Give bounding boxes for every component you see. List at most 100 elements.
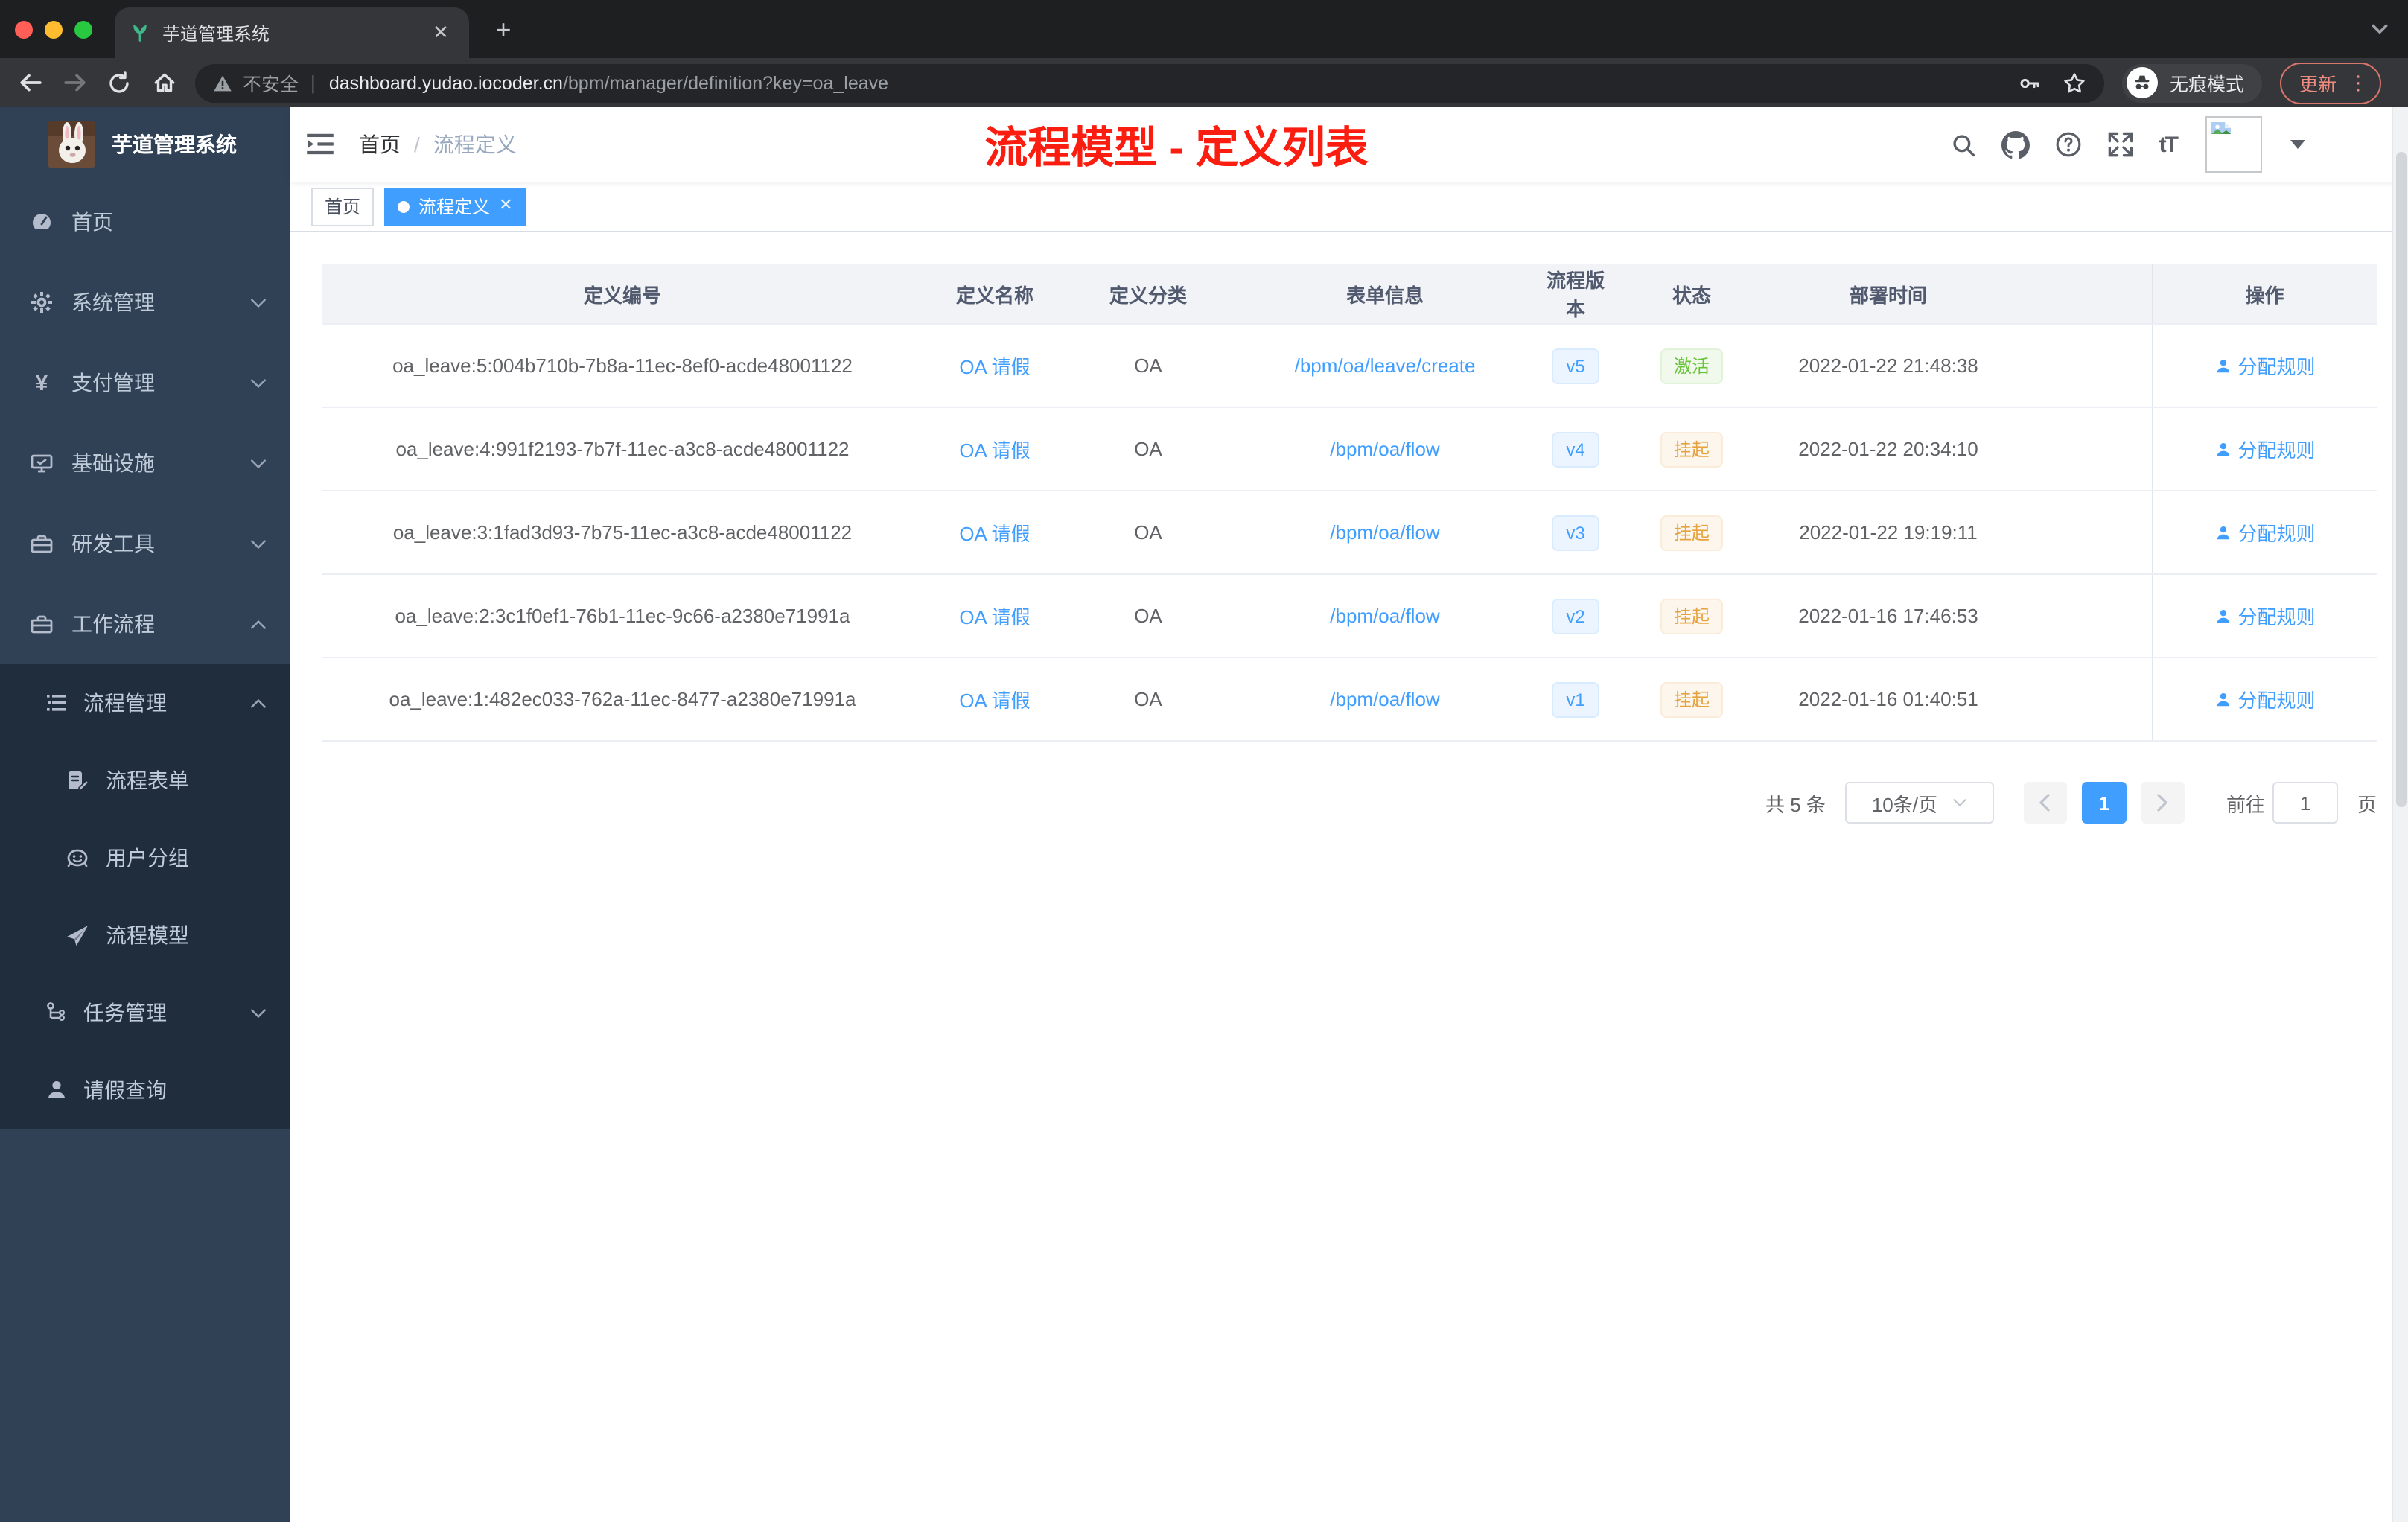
reload-icon[interactable]: [97, 63, 141, 102]
close-window-button[interactable]: [15, 21, 33, 39]
tag-process-definition[interactable]: 流程定义 ✕: [384, 187, 526, 226]
scrollbar-thumb[interactable]: [2396, 152, 2407, 807]
font-size-icon[interactable]: tT: [2159, 132, 2179, 157]
browser-menu-icon[interactable]: ⋮: [2348, 73, 2368, 92]
tag-home[interactable]: 首页: [311, 187, 375, 226]
sidebar-item-task-management[interactable]: 任务管理: [0, 974, 290, 1051]
chevron-up-icon: [250, 698, 267, 708]
assign-rule-link[interactable]: 分配规则: [2214, 435, 2316, 463]
browser-toolbar: 不安全 | dashboard.yudao.iocoder.cn/bpm/man…: [0, 58, 2408, 107]
avatar[interactable]: [2205, 116, 2262, 173]
url-bar[interactable]: 不安全 | dashboard.yudao.iocoder.cn/bpm/man…: [195, 63, 2104, 102]
app-root: 芋道管理系统 首页 系统管理 ¥ 支付管理 基础设施 研发工具 工作流程 流程管…: [0, 107, 2408, 1522]
prev-page-button[interactable]: [2023, 782, 2067, 824]
url-separator: |: [310, 71, 316, 94]
main-area: 首页 / 流程定义 流程模型 - 定义列表 tT 首页 流程定义 ✕ 定义编号 …: [290, 107, 2408, 1522]
sidebar-item-process-management[interactable]: 流程管理: [0, 664, 290, 742]
sidebar-item-process-form[interactable]: 流程表单: [0, 742, 290, 819]
page-content: 定义编号 定义名称 定义分类 表单信息 流程版本 状态 部署时间 操作 oa_l…: [290, 232, 2408, 1522]
next-page-button[interactable]: [2141, 782, 2185, 824]
assign-rule-link[interactable]: 分配规则: [2214, 518, 2316, 547]
form-link[interactable]: /bpm/oa/flow: [1330, 605, 1439, 627]
pagination: 共 5 条 10条/页 1 前往 页: [322, 782, 2377, 824]
col-header-time: 部署时间: [1772, 264, 2004, 325]
page-scrollbar[interactable]: [2392, 107, 2408, 1522]
sidebar-logo[interactable]: 芋道管理系统: [0, 107, 290, 182]
sidebar-item-infrastructure[interactable]: 基础设施: [0, 423, 290, 503]
browser-tabstrip: 芋道管理系统 ✕ +: [0, 0, 2408, 58]
github-icon[interactable]: [2001, 130, 2030, 159]
version-badge: v1: [1551, 681, 1600, 717]
incognito-icon: [2127, 67, 2158, 98]
form-link[interactable]: /bpm/oa/flow: [1330, 688, 1439, 710]
password-key-icon[interactable]: [2018, 71, 2042, 95]
robot-icon: [66, 846, 89, 870]
goto-page-input[interactable]: [2272, 782, 2338, 824]
new-tab-button[interactable]: +: [488, 14, 518, 45]
definition-name-link[interactable]: OA 请假: [959, 690, 1030, 712]
assign-rule-link[interactable]: 分配规则: [2214, 602, 2316, 630]
browser-tab[interactable]: 芋道管理系统 ✕: [115, 7, 469, 58]
menu-fold-icon[interactable]: [293, 107, 347, 182]
app-navbar: 首页 / 流程定义 流程模型 - 定义列表 tT: [290, 107, 2408, 182]
help-icon[interactable]: [2055, 131, 2082, 158]
bookmark-star-icon[interactable]: [2063, 71, 2086, 95]
tab-close-icon[interactable]: ✕: [427, 19, 454, 46]
sidebar-item-payment[interactable]: ¥ 支付管理: [0, 343, 290, 423]
back-icon[interactable]: [7, 63, 52, 102]
home-icon[interactable]: [141, 63, 186, 102]
search-icon[interactable]: [1951, 132, 1976, 157]
sidebar-item-leave-query[interactable]: 请假查询: [0, 1051, 290, 1129]
status-badge: 挂起: [1660, 681, 1723, 717]
toolbox-icon: [30, 612, 54, 636]
yen-icon: ¥: [35, 370, 48, 395]
cell-time: 2022-01-22 21:48:38: [1772, 324, 2004, 408]
assign-rule-link[interactable]: 分配规则: [2214, 685, 2316, 713]
maximize-window-button[interactable]: [74, 21, 92, 39]
tag-close-icon[interactable]: ✕: [499, 197, 512, 214]
definition-table: 定义编号 定义名称 定义分类 表单信息 流程版本 状态 部署时间 操作 oa_l…: [322, 264, 2377, 742]
form-link[interactable]: /bpm/oa/leave/create: [1295, 354, 1476, 377]
table-row: oa_leave:2:3c1f0ef1-76b1-11ec-9c66-a2380…: [322, 574, 2377, 658]
browser-window: 芋道管理系统 ✕ + 不安全 | dashboard.yudao.iocoder…: [0, 0, 2408, 1522]
sidebar-item-workflow[interactable]: 工作流程: [0, 584, 290, 664]
definition-name-link[interactable]: OA 请假: [959, 439, 1030, 462]
breadcrumb-separator: /: [414, 133, 420, 156]
browser-update-button[interactable]: 更新 ⋮: [2280, 62, 2382, 104]
chevron-down-icon: [250, 297, 267, 308]
breadcrumb-home[interactable]: 首页: [359, 130, 401, 159]
page-size-select[interactable]: 10条/页: [1844, 782, 1994, 824]
cell-time: 2022-01-22 20:34:10: [1772, 407, 2004, 491]
definition-name-link[interactable]: OA 请假: [959, 523, 1030, 545]
col-header-action: 操作: [2151, 264, 2377, 325]
forward-icon[interactable]: [52, 63, 97, 102]
form-link[interactable]: /bpm/oa/flow: [1330, 438, 1439, 460]
update-label[interactable]: 更新: [2299, 69, 2337, 97]
form-icon: [66, 768, 89, 792]
cell-id: oa_leave:5:004b710b-7b8a-11ec-8ef0-acde4…: [322, 324, 923, 408]
sidebar-item-system[interactable]: 系统管理: [0, 262, 290, 343]
col-header-form: 表单信息: [1230, 264, 1540, 325]
dashboard-icon: [30, 210, 54, 234]
sidebar-item-user-group[interactable]: 用户分组: [0, 819, 290, 897]
fullscreen-icon[interactable]: [2107, 131, 2134, 158]
col-header-category: 定义分类: [1066, 264, 1230, 325]
page-number-button[interactable]: 1: [2081, 782, 2127, 824]
assign-rule-link[interactable]: 分配规则: [2214, 351, 2316, 380]
caret-down-icon[interactable]: [2290, 140, 2305, 149]
minimize-window-button[interactable]: [45, 21, 63, 39]
cell-category: OA: [1066, 324, 1230, 408]
table-row: oa_leave:1:482ec033-762a-11ec-8477-a2380…: [322, 657, 2377, 742]
definition-name-link[interactable]: OA 请假: [959, 606, 1030, 628]
definition-name-link[interactable]: OA 请假: [959, 356, 1030, 378]
sidebar-item-process-model[interactable]: 流程模型: [0, 897, 290, 974]
tab-search-icon[interactable]: [2369, 18, 2390, 39]
sidebar-item-home[interactable]: 首页: [0, 182, 290, 262]
sidebar-item-devtools[interactable]: 研发工具: [0, 503, 290, 584]
col-header-id: 定义编号: [322, 264, 923, 325]
chevron-down-icon: [250, 1007, 267, 1018]
security-label[interactable]: 不安全: [243, 69, 299, 97]
form-link[interactable]: /bpm/oa/flow: [1330, 521, 1439, 544]
gear-icon: [30, 290, 54, 314]
chevron-up-icon: [250, 619, 267, 629]
